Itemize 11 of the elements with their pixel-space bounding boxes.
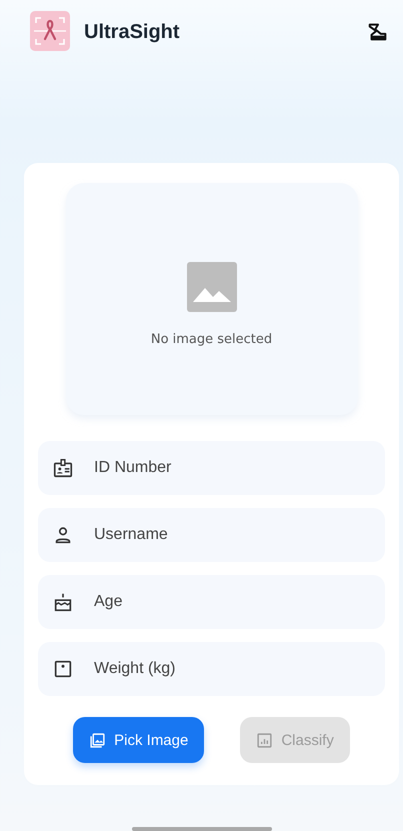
gallery-icon bbox=[89, 732, 106, 748]
form-card: No image selected ID Number Username Age Weight (kg) Pick Image Classify bbox=[24, 163, 399, 785]
empty-image-text: No image selected bbox=[150, 332, 272, 346]
app-logo-icon bbox=[30, 11, 70, 51]
chart-icon bbox=[256, 732, 274, 748]
cake-icon bbox=[52, 591, 74, 613]
id-card-icon bbox=[52, 457, 74, 479]
app-title: UltraSight bbox=[84, 20, 181, 44]
image-placeholder-icon bbox=[186, 262, 236, 312]
pick-image-button[interactable]: Pick Image bbox=[73, 717, 204, 763]
scale-icon bbox=[52, 658, 74, 680]
